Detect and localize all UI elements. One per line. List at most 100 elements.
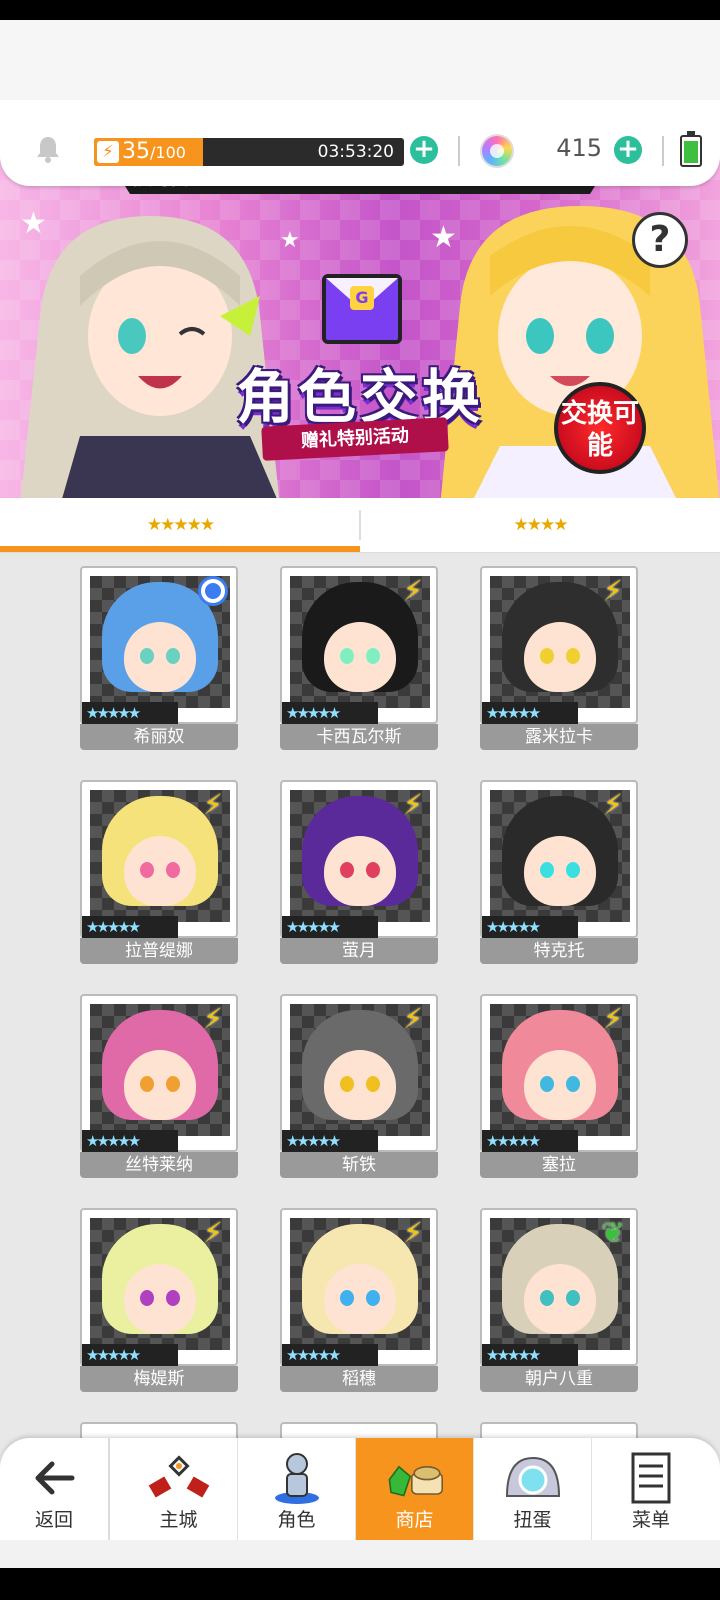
rarity-stars: ★★★★★	[282, 1130, 378, 1152]
character-name: 希丽奴	[80, 724, 238, 750]
nav-label-menu: 菜单	[631, 1509, 670, 1531]
character-grid: ★★★★★ 希丽奴 ⚡ ★★★★★ 卡西瓦尔斯 ⚡ ★★★★★ 露米拉卡 ⚡ ★★★★★ 拉普缇娜 ⚡…	[0, 552, 720, 1442]
menu-icon	[631, 1452, 671, 1504]
nav-item-menu[interactable]: 菜单	[592, 1438, 710, 1540]
gem-count: 415	[556, 134, 602, 162]
rarity-stars: ★★★★★	[82, 702, 178, 724]
lightning-icon: ⚡	[203, 1216, 223, 1249]
back-arrow-icon	[35, 1461, 75, 1495]
castle-icon	[148, 1455, 209, 1498]
character-name: 特克托	[480, 938, 638, 964]
lightning-icon: ⚡	[403, 1216, 423, 1249]
add-gem-button[interactable]: +	[614, 136, 642, 164]
portrait-frame: ★★★★★	[80, 566, 238, 724]
lightning-icon: ⚡	[403, 1002, 423, 1035]
energy-value: 35/100	[122, 139, 186, 164]
character-name: 丝特莱纳	[80, 1152, 238, 1178]
character-name: 露米拉卡	[480, 724, 638, 750]
portrait-frame: ⚡ ★★★★★	[80, 994, 238, 1152]
rarity-stars: ★★★★★	[482, 1344, 578, 1366]
selected-indicator-icon	[198, 576, 228, 606]
portrait-frame: ⚡ ★★★★★	[480, 780, 638, 938]
rarity-stars: ★★★★★	[482, 1130, 578, 1152]
rarity-stars: ★★★★★	[82, 1344, 178, 1366]
nav-item-shop[interactable]: 商店	[356, 1438, 474, 1540]
rainbow-gem-icon	[482, 136, 512, 166]
character-card[interactable]: ⚡ ★★★★★ 萤月	[280, 780, 438, 966]
leaf-icon: ❦	[601, 1216, 625, 1249]
rarity-stars: ★★★★★	[282, 1344, 378, 1366]
lightning-icon: ⚡	[203, 1002, 223, 1035]
portrait-frame: ⚡ ★★★★★	[280, 566, 438, 724]
character-card[interactable]: ⚡ ★★★★★ 特克托	[480, 780, 638, 966]
character-card[interactable]: ⚡ ★★★★★ 拉普缇娜	[80, 780, 238, 966]
portrait-frame: ⚡ ★★★★★	[280, 1208, 438, 1366]
lightning-icon: ⚡	[603, 1002, 623, 1035]
nav-item-character[interactable]: 角色	[238, 1438, 356, 1540]
add-energy-button[interactable]: +	[410, 136, 438, 164]
divider	[662, 136, 664, 166]
lightning-icon: ⚡	[403, 574, 423, 607]
rarity-stars: ★★★★★	[482, 916, 578, 938]
energy-bar: ⚡ 35/100 03:53:20	[94, 138, 404, 166]
nav-label-gacha: 扭蛋	[513, 1509, 552, 1531]
nav-item-castle[interactable]: 主城	[120, 1438, 238, 1540]
character-card[interactable]: ⚡ ★★★★★ 斩铁	[280, 994, 438, 1180]
character-card[interactable]: ⚡ ★★★★★ 塞拉	[480, 994, 638, 1180]
tab-four-star[interactable]: ★★★★	[360, 498, 720, 552]
shop-icon	[388, 1465, 443, 1497]
gacha-icon	[505, 1456, 560, 1497]
tab-five-star[interactable]: ★★★★★	[0, 498, 360, 552]
rarity-stars: ★★★★★	[82, 916, 178, 938]
bottom-navigation: 返回 主城 角色 商店 扭蛋 菜单	[0, 1438, 720, 1540]
back-button[interactable]: 返回	[0, 1438, 110, 1540]
portrait-frame: ⚡ ★★★★★	[80, 1208, 238, 1366]
nav-label-castle: 主城	[159, 1509, 198, 1531]
character-name: 萤月	[280, 938, 438, 964]
portrait-frame: ⚡ ★★★★★	[480, 994, 638, 1152]
battery-icon	[680, 131, 702, 167]
portrait-frame: ⚡ ★★★★★	[280, 994, 438, 1152]
character-card[interactable]: ❦ ★★★★★ 朝户八重	[480, 1208, 638, 1394]
rarity-stars: ★★★★★	[282, 916, 378, 938]
nav-item-gacha[interactable]: 扭蛋	[474, 1438, 592, 1540]
bottom-strip	[0, 1540, 720, 1568]
lightning-icon: ⚡	[97, 141, 119, 163]
lightning-icon: ⚡	[603, 574, 623, 607]
nav-label-character: 角色	[277, 1509, 316, 1531]
character-icon	[274, 1453, 319, 1504]
character-card[interactable]: ⚡ ★★★★★ 卡西瓦尔斯	[280, 566, 438, 752]
bell-icon[interactable]	[34, 134, 62, 164]
character-name: 稻穗	[280, 1366, 438, 1392]
envelope-icon: G	[322, 274, 402, 344]
rarity-stars: ★★★★★	[482, 702, 578, 724]
character-name: 梅媞斯	[80, 1366, 238, 1392]
exchange-badge: 交换可能	[554, 382, 646, 474]
character-name: 朝户八重	[480, 1366, 638, 1392]
character-name: 塞拉	[480, 1152, 638, 1178]
character-name: 斩铁	[280, 1152, 438, 1178]
lightning-icon: ⚡	[203, 788, 223, 821]
nav-label-shop: 商店	[395, 1509, 434, 1531]
character-card[interactable]: ★★★★★ 希丽奴	[80, 566, 238, 752]
character-card[interactable]: ⚡ ★★★★★ 稻穗	[280, 1208, 438, 1394]
rarity-tabs: ★★★★★ ★★★★	[0, 498, 720, 553]
rarity-stars: ★★★★★	[282, 702, 378, 724]
portrait-frame: ⚡ ★★★★★	[280, 780, 438, 938]
character-card[interactable]: ⚡ ★★★★★ 丝特莱纳	[80, 994, 238, 1180]
character-card[interactable]: ⚡ ★★★★★ 露米拉卡	[480, 566, 638, 752]
portrait-frame: ⚡ ★★★★★	[80, 780, 238, 938]
lightning-icon: ⚡	[603, 788, 623, 821]
top-blank-area	[0, 20, 720, 100]
back-label: 返回	[34, 1509, 73, 1531]
energy-timer: 03:53:20	[317, 142, 394, 162]
portrait-frame: ⚡ ★★★★★	[480, 566, 638, 724]
character-name: 卡西瓦尔斯	[280, 724, 438, 750]
game-screen: ⚡ 35/100 03:53:20 + 415 + ★ ★ ★ ★	[0, 20, 720, 1568]
lightning-icon: ⚡	[403, 788, 423, 821]
event-banner: ★ ★ ★ ★ 兑换时间 : 2025.01/30 12:00 - 2025.0…	[0, 160, 720, 498]
rarity-stars: ★★★★★	[82, 1130, 178, 1152]
divider	[458, 136, 460, 166]
character-card[interactable]: ⚡ ★★★★★ 梅媞斯	[80, 1208, 238, 1394]
help-button[interactable]: ?	[632, 212, 688, 268]
